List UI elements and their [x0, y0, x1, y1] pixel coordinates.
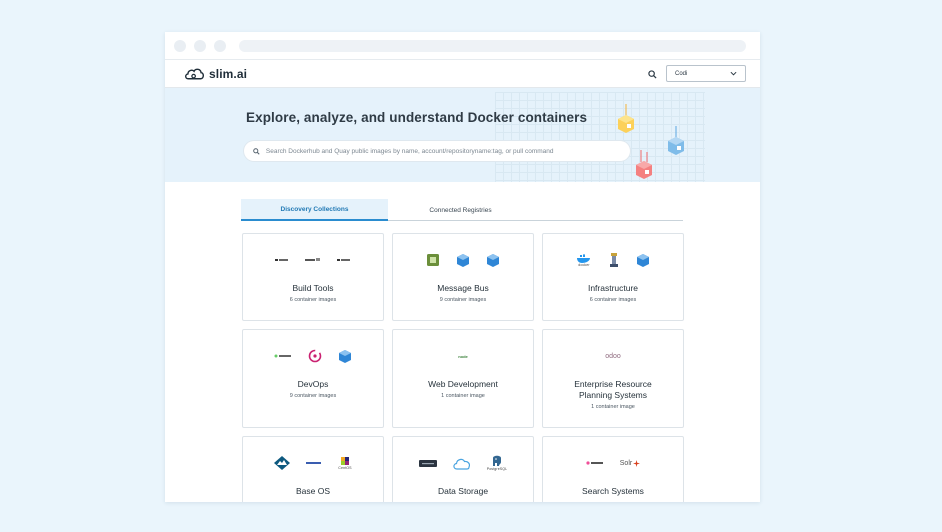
postgresql-elephant-icon [492, 455, 501, 466]
browser-window: slim.ai Codi Explore, analyze, and under… [165, 32, 760, 502]
card-title: Web Development [428, 379, 498, 389]
postgresql-logo-label: PostgreSQL [486, 467, 508, 471]
blue-cube-icon [668, 126, 684, 155]
card-image-count: 1 container image [591, 404, 635, 410]
blue-cube-logo-icon [637, 253, 649, 267]
header-search-button[interactable] [645, 67, 659, 81]
collection-card-devops[interactable]: DevOps 9 container images [242, 329, 384, 428]
search-icon [647, 69, 657, 79]
collection-card-base-os[interactable]: CentOS Base OS [242, 436, 384, 502]
image-search-bar[interactable] [244, 141, 630, 161]
solr-sun-icon [633, 459, 641, 467]
card-logos: node [393, 346, 533, 366]
red-cube-icon [636, 150, 652, 179]
browser-chrome [165, 32, 760, 60]
dark-badge-logo-icon [418, 459, 437, 467]
card-logos: Solr [543, 453, 683, 473]
docker-whale-icon [577, 253, 590, 263]
card-title: Base OS [295, 486, 331, 496]
collection-card-data-storage[interactable]: PostgreSQL Data Storage [392, 436, 534, 502]
small-text-logo-icon [274, 354, 291, 358]
card-image-count: 1 container image [441, 393, 485, 399]
centos-emblem-icon [340, 457, 349, 465]
postgresql-logo: PostgreSQL [487, 455, 508, 471]
collection-card-message-bus[interactable]: Message Bus 9 container images [392, 233, 534, 321]
card-title: Build Tools [292, 283, 334, 293]
collection-card-web-development[interactable]: node Web Development 1 container image [392, 329, 534, 428]
blue-cube-logo-icon [457, 253, 469, 267]
docker-logo-label: docker [578, 262, 590, 267]
image-search-input[interactable] [265, 147, 621, 155]
collection-tabs: Discovery Collections Connected Registri… [241, 199, 683, 221]
collection-card-build-tools[interactable]: Build Tools 6 container images [242, 233, 384, 321]
collection-cards-grid: Build Tools 6 container images Message B… [242, 233, 684, 502]
tower-logo-icon [610, 253, 618, 267]
collection-card-search-systems[interactable]: Solr Search Systems [542, 436, 684, 502]
solr-logo-label: Solr [619, 459, 633, 467]
window-dot-icon [194, 40, 206, 52]
card-logos: odoo [543, 346, 683, 366]
card-title: Enterprise Resource Planning Systems [574, 379, 652, 400]
organization-select-value: Codi [675, 70, 688, 77]
logo-text: slim.ai [209, 66, 248, 81]
organization-select[interactable]: Codi [666, 65, 746, 82]
window-dot-icon [174, 40, 186, 52]
app-header: slim.ai Codi [165, 60, 760, 88]
tab-discovery-collections[interactable]: Discovery Collections [241, 199, 388, 221]
chevron-down-icon [730, 71, 737, 76]
hero-title: Explore, analyze, and understand Docker … [246, 110, 588, 125]
green-square-logo-icon [427, 254, 439, 266]
cloud-logo-icon [453, 458, 470, 470]
hero-banner: Explore, analyze, and understand Docker … [165, 88, 760, 182]
card-title: Data Storage [437, 486, 489, 496]
card-title: Search Systems [582, 486, 644, 496]
slim-logo[interactable]: slim.ai [184, 66, 247, 81]
solr-logo: Solr [619, 459, 641, 467]
card-title: Infrastructure [587, 283, 639, 293]
window-dot-icon [214, 40, 226, 52]
blue-cube-logo-icon [339, 349, 351, 363]
alpine-logo-icon [274, 456, 291, 470]
docker-logo: docker [576, 253, 592, 267]
node-logo: node [458, 353, 468, 359]
consul-logo-icon [308, 349, 322, 363]
card-image-count: 6 container images [589, 297, 637, 303]
card-logos [243, 346, 383, 366]
tab-connected-registries[interactable]: Connected Registries [388, 199, 533, 221]
card-image-count: 9 container images [439, 297, 487, 303]
blue-cube-logo-icon [487, 253, 499, 267]
collection-card-erp-systems[interactable]: odoo Enterprise Resource Planning System… [542, 329, 684, 428]
build-tool-logo-icon [305, 258, 320, 261]
card-logos [393, 250, 533, 270]
card-logos: docker [543, 250, 683, 270]
build-tool-logo-icon [275, 259, 288, 261]
card-image-count: 9 container images [289, 393, 337, 399]
elastic-logo-icon [586, 461, 603, 465]
card-logos: CentOS [243, 453, 383, 473]
card-title: Message Bus [437, 283, 489, 293]
card-logos: PostgreSQL [393, 453, 533, 473]
collection-card-infrastructure[interactable]: docker Infrastructure 6 container images [542, 233, 684, 321]
centos-logo: CentOS [338, 456, 352, 470]
card-title: DevOps [297, 379, 329, 389]
odoo-logo: odoo [605, 352, 621, 360]
build-tool-logo-icon [337, 259, 350, 261]
address-bar[interactable] [239, 40, 746, 52]
card-logos [243, 250, 383, 270]
centos-logo-label: CentOS [338, 466, 352, 470]
yellow-cube-icon [618, 104, 634, 133]
slim-cloud-logo-icon [185, 68, 205, 80]
card-image-count: 6 container images [289, 297, 337, 303]
small-text-logo-icon [306, 462, 322, 464]
search-icon [253, 147, 260, 155]
